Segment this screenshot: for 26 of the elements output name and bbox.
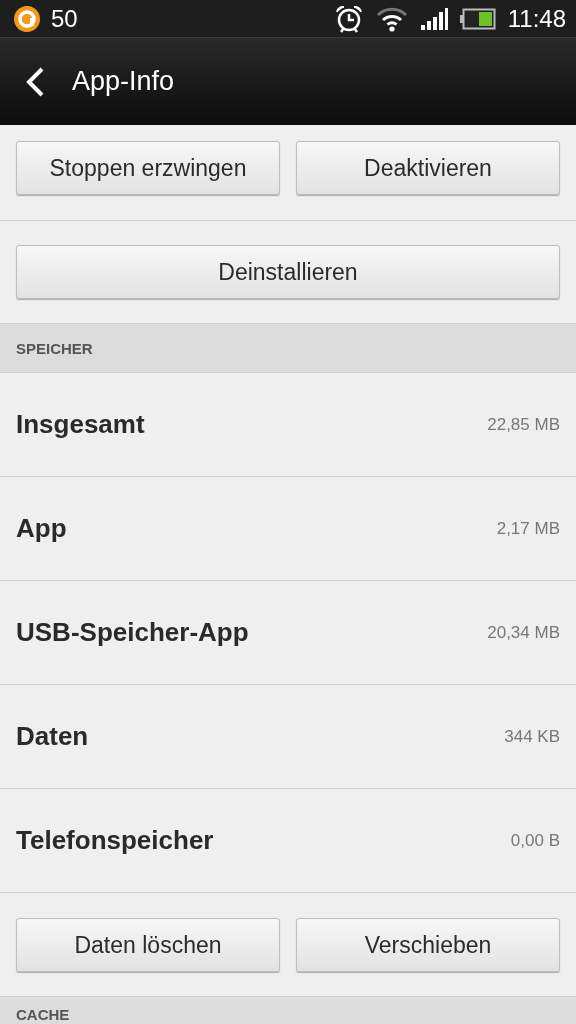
section-header: SPEICHER [0, 324, 576, 373]
notification-count: 50 [51, 4, 78, 33]
action-button[interactable]: Stoppen erzwingen [16, 141, 280, 195]
storage-label: Telefonspeicher [16, 825, 214, 856]
signal-icon [419, 6, 448, 31]
back-icon[interactable] [24, 65, 46, 98]
app-notification-icon [13, 4, 41, 33]
storage-value: 20,34 MB [487, 622, 560, 643]
clock-time: 11:48 [507, 4, 566, 33]
storage-value: 22,85 MB [487, 414, 560, 435]
storage-label: Insgesamt [16, 409, 145, 440]
section-header: CACHE [0, 997, 576, 1024]
storage-value: 0,00 B [510, 830, 560, 851]
action-button[interactable]: Deaktivieren [296, 141, 560, 195]
storage-value: 344 KB [504, 726, 560, 747]
screen-title: App-Info [72, 66, 175, 97]
action-button[interactable]: Daten löschen [16, 918, 280, 972]
action-button[interactable]: Verschieben [296, 918, 560, 972]
storage-value: 2,17 MB [496, 518, 560, 539]
battery-icon [459, 7, 496, 30]
alarm-clock-icon [333, 3, 364, 34]
storage-label: USB-Speicher-App [16, 617, 249, 648]
storage-label: Daten [16, 721, 89, 752]
storage-label: App [16, 513, 67, 544]
uninstall-button[interactable]: Deinstallieren [16, 245, 560, 299]
wifi-icon [375, 5, 408, 32]
